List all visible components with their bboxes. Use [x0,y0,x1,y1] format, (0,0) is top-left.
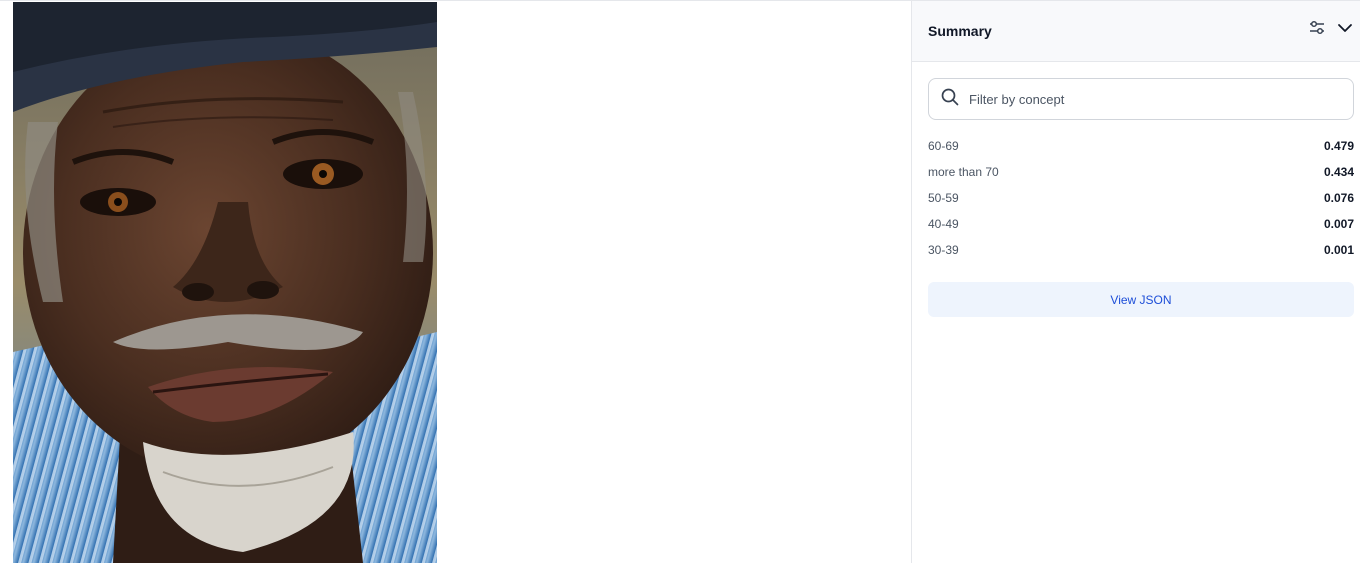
search-input[interactable] [969,91,1341,107]
concept-name: 40-49 [928,217,959,231]
concept-name: 30-39 [928,243,959,257]
concept-value: 0.479 [1323,139,1354,153]
panel-title: Summary [928,23,992,39]
chevron-down-icon[interactable] [1336,19,1354,37]
sliders-icon[interactable] [1308,19,1326,37]
concept-row[interactable]: 50-59 0.076 [928,185,1354,211]
search-icon [941,88,959,111]
panel-header: Summary [912,1,1360,62]
concept-name: 60-69 [928,139,959,153]
concept-value: 0.001 [1323,243,1354,257]
concept-value: 0.434 [1323,165,1354,179]
header-actions [1308,19,1354,37]
view-json-button[interactable]: View JSON [928,282,1354,317]
concept-name: 50-59 [928,191,959,205]
concept-row[interactable]: 40-49 0.007 [928,211,1354,237]
concept-name: more than 70 [928,165,999,179]
summary-panel: Summary Filter by concept 60-69 0.479 mo… [911,1,1360,563]
portrait-image[interactable] [13,2,437,563]
concept-row[interactable]: 60-69 0.479 [928,133,1354,159]
portrait-illustration [13,2,437,563]
concept-list: 60-69 0.479 more than 70 0.434 50-59 0.0… [928,133,1354,263]
concept-value: 0.007 [1323,217,1354,231]
search-field[interactable] [928,78,1354,120]
concept-value: 0.076 [1323,191,1354,205]
concept-row[interactable]: 30-39 0.001 [928,237,1354,263]
app-window: Summary Filter by concept 60-69 0.479 mo… [0,0,1360,563]
concept-row[interactable]: more than 70 0.434 [928,159,1354,185]
image-viewer [0,1,911,563]
panel-body: 60-69 0.479 more than 70 0.434 50-59 0.0… [912,62,1360,317]
